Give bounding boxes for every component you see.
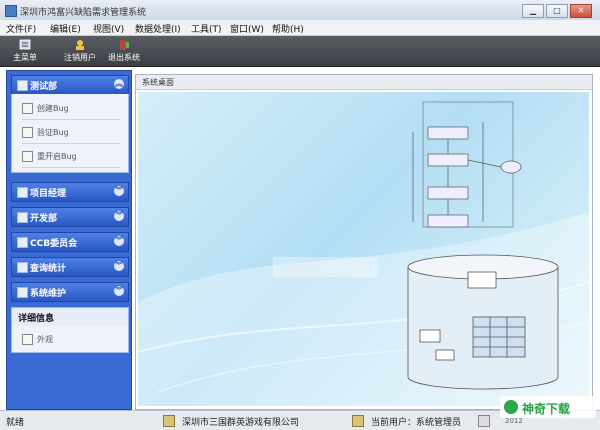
- group-system-maintenance[interactable]: 系统维护 ︾: [11, 282, 129, 302]
- group-project-manager[interactable]: 项目经理 ︾: [11, 182, 129, 202]
- watermark-logo: 神奇下载: [500, 396, 596, 418]
- sidebar-item-label: 验证Bug: [37, 128, 69, 137]
- sidebar-item-label: 创建Bug: [37, 104, 69, 113]
- chevron-up-icon[interactable]: ︽: [114, 79, 124, 89]
- menu-help[interactable]: 帮助(H): [272, 22, 304, 35]
- group-ccb[interactable]: CCB委员会 ︾: [11, 232, 129, 252]
- chevron-down-icon[interactable]: ︾: [114, 211, 124, 221]
- logout-user-button[interactable]: 注销用户: [60, 37, 100, 65]
- exit-door-icon: [120, 40, 129, 50]
- menu-data-processing[interactable]: 数据处理(I): [135, 22, 181, 35]
- chevron-down-icon[interactable]: ︾: [114, 186, 124, 196]
- calendar-icon: [478, 415, 490, 427]
- exit-system-button[interactable]: 退出系统: [104, 37, 144, 65]
- user-icon: [76, 40, 84, 50]
- folder-icon: [17, 262, 28, 273]
- desktop-background: [138, 92, 589, 406]
- main-menu-button[interactable]: 主菜单: [8, 37, 42, 65]
- menu-bar: 文件(F) 编辑(E) 视图(V) 数据处理(I) 工具(T) 窗口(W) 帮助…: [0, 20, 600, 36]
- group-detail-info[interactable]: 详细信息: [11, 307, 129, 327]
- menu-window[interactable]: 窗口(W): [230, 22, 264, 35]
- chevron-down-icon[interactable]: ︾: [114, 236, 124, 246]
- group-label: CCB委员会: [30, 239, 78, 249]
- sidebar-item-reopen-bug[interactable]: 重开启Bug: [12, 144, 128, 168]
- group-dev-dept[interactable]: 开发部 ︾: [11, 207, 129, 227]
- minimize-button[interactable]: ▁: [522, 4, 544, 18]
- user-icon: [352, 415, 364, 427]
- chevron-down-icon[interactable]: ︾: [114, 286, 124, 296]
- divider: [22, 167, 120, 168]
- document-icon: [22, 127, 33, 138]
- group-label: 开发部: [30, 214, 58, 224]
- status-date-fragment: 2012: [505, 417, 523, 425]
- window-title: 深圳市鸿富兴缺陷需求管理系统: [20, 8, 147, 18]
- test-dept-panel: 创建Bug 验证Bug 重开启Bug: [11, 94, 129, 173]
- detail-panel: 外观: [11, 326, 129, 353]
- sidebar-item-verify-bug[interactable]: 验证Bug: [12, 120, 128, 144]
- document-icon: [22, 103, 33, 114]
- sidebar-item-label: 外观: [37, 335, 53, 344]
- menu-icon: [19, 39, 31, 50]
- document-icon: [22, 334, 33, 345]
- workflow-diagram: [412, 101, 522, 228]
- menu-view[interactable]: 视图(V): [93, 22, 124, 35]
- menu-tools[interactable]: 工具(T): [191, 22, 222, 35]
- sidebar-item-appearance[interactable]: 外观: [12, 327, 128, 351]
- maximize-button[interactable]: □: [546, 4, 568, 18]
- document-icon: [22, 151, 33, 162]
- app-icon: [5, 5, 17, 17]
- sidebar: 测试部 ︽ 创建Bug 验证Bug 重开启Bug 项目经理 ︾ 开发部 ︾ CC…: [6, 70, 132, 410]
- watermark-icon: [504, 400, 518, 414]
- logout-user-label: 注销用户: [64, 53, 96, 62]
- folder-icon: [17, 237, 28, 248]
- group-label: 项目经理: [30, 189, 67, 199]
- sidebar-item-label: 重开启Bug: [37, 152, 77, 161]
- desktop-artwork: [138, 101, 589, 406]
- chevron-down-icon[interactable]: ︾: [114, 261, 124, 271]
- content-title-bar: 系统桌面: [136, 75, 592, 90]
- exit-system-label: 退出系统: [108, 53, 140, 62]
- main-menu-label: 主菜单: [13, 53, 37, 62]
- company-name: 深圳市三国群英游戏有限公司: [182, 418, 300, 428]
- sidebar-item-create-bug[interactable]: 创建Bug: [12, 96, 128, 120]
- group-query-stats[interactable]: 查询统计 ︾: [11, 257, 129, 277]
- status-ready: 就绪: [6, 418, 25, 428]
- toolbar: 主菜单 注销用户 退出系统: [0, 36, 600, 67]
- page-title: 系统桌面: [142, 78, 174, 87]
- folder-icon: [17, 187, 28, 198]
- menu-edit[interactable]: 编辑(E): [50, 22, 81, 35]
- company-icon: [163, 415, 175, 427]
- folder-icon: [17, 212, 28, 223]
- group-label: 查询统计: [30, 264, 67, 274]
- watermark-text: 神奇下载: [522, 402, 571, 416]
- menu-file[interactable]: 文件(F): [6, 22, 36, 35]
- database-diagram: [407, 254, 559, 390]
- close-button[interactable]: ✕: [570, 4, 592, 18]
- title-bar: 深圳市鸿富兴缺陷需求管理系统 ▁ □ ✕: [0, 0, 600, 21]
- group-label: 系统维护: [30, 289, 67, 299]
- content-area: 系统桌面: [135, 74, 593, 410]
- group-detail-label: 详细信息: [18, 314, 55, 324]
- current-user: 当前用户：系统管理员: [371, 418, 462, 428]
- folder-icon: [17, 80, 28, 91]
- group-test-dept[interactable]: 测试部 ︽: [11, 75, 129, 95]
- folder-icon: [17, 287, 28, 298]
- group-test-dept-label: 测试部: [30, 82, 58, 92]
